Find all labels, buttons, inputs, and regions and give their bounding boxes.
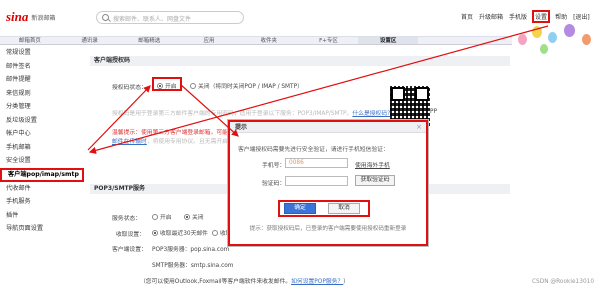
upgrade-link[interactable]: 升级邮箱 bbox=[479, 12, 503, 21]
auth-status-label: 授权码状态： bbox=[112, 85, 147, 91]
home-link[interactable]: 首页 bbox=[461, 12, 473, 21]
search-icon bbox=[102, 14, 109, 21]
pop-off-option[interactable]: 关闭 bbox=[184, 212, 204, 221]
auth-off-radio[interactable] bbox=[190, 83, 196, 89]
sidebar-item-rules[interactable]: 来信规则 bbox=[0, 87, 84, 101]
sidebar-item-phone-service[interactable]: 手机服务 bbox=[0, 195, 84, 209]
auth-on-radio[interactable] bbox=[157, 83, 163, 89]
sina-logo[interactable]: sina 新浪邮箱 bbox=[6, 9, 55, 25]
sidebar-item-plugins[interactable]: 插件 bbox=[0, 209, 84, 223]
auth-off-label: 关闭（将同时关闭POP / IMAP / SMTP） bbox=[198, 84, 303, 90]
pop-hint-end: ） bbox=[343, 279, 350, 285]
pop-hint-text: （您可以使用Outlook,Foxmail等客户端软件来收发邮件。 bbox=[140, 279, 292, 285]
dialog-title-text: 提示 bbox=[235, 124, 248, 131]
pop-off-radio[interactable] bbox=[184, 214, 190, 220]
pop-server: POP3服务器：pop.sina.com bbox=[152, 247, 230, 253]
phone-input[interactable]: 0086 bbox=[285, 158, 348, 168]
tab-settings[interactable]: 设置区 bbox=[358, 37, 419, 44]
sidebar-item-reminder[interactable]: 邮件提醒 bbox=[0, 73, 84, 87]
dialog-title: 提示 × bbox=[230, 122, 426, 133]
auth-on-option[interactable]: 开启 bbox=[157, 81, 177, 90]
auth-on-label: 开启 bbox=[165, 84, 177, 90]
receive-30-label: 收取最近30天邮件 bbox=[160, 231, 208, 237]
receive-label: 收取设置： bbox=[116, 232, 145, 238]
smtp-server: SMTP服务器：smtp.sina.com bbox=[152, 263, 234, 269]
sidebar-item-account[interactable]: 帐户中心 bbox=[0, 127, 84, 141]
top-bar: sina 新浪邮箱 搜索邮件、联系人、网盘文件 首页 升级邮箱 手机版 设置 帮… bbox=[0, 0, 600, 54]
receive-all-radio[interactable] bbox=[212, 230, 218, 236]
help-link[interactable]: 帮助 bbox=[555, 12, 567, 21]
pop-off-label: 关闭 bbox=[192, 215, 204, 221]
auth-desc: 授权码是用于登录第三方邮件客户端的专用密码，适用于登录以下服务：POP3/IMA… bbox=[112, 108, 422, 117]
watermark: CSDN @Rookie13010 bbox=[532, 279, 595, 285]
pop-on-radio[interactable] bbox=[152, 214, 158, 220]
main-nav-tabs: 邮箱首页 通讯录 邮箱精选 应用 收件夹 F+专区 设置区 bbox=[0, 36, 419, 45]
logo-text: 新浪邮箱 bbox=[31, 14, 56, 22]
code-input[interactable] bbox=[285, 176, 348, 186]
logo-mark: sina bbox=[6, 9, 29, 24]
dialog-tip: 提示：获取授权码后，已登录的客户端需要使用授权码重新登录 bbox=[249, 226, 407, 232]
verify-dialog: 提示 × 客户端授权码需要先进行安全验证，请进行手机短信验证： 手机号： 008… bbox=[228, 120, 428, 246]
client-auth-section-title: 客户端授权码 bbox=[90, 56, 510, 66]
overseas-phone-link[interactable]: 使用海外手机 bbox=[355, 160, 390, 169]
receive-30-radio[interactable] bbox=[152, 230, 158, 236]
sidebar-item-antispam[interactable]: 反垃圾设置 bbox=[0, 114, 84, 128]
sidebar-item-signature[interactable]: 邮件签名 bbox=[0, 60, 84, 74]
auth-off-option[interactable]: 关闭（将同时关闭POP / IMAP / SMTP） bbox=[190, 81, 303, 90]
code-label: 验证码： bbox=[262, 181, 286, 187]
sidebar-item-client-pop[interactable]: 客户端pop/imap/smtp bbox=[0, 167, 84, 182]
tab-inbox-home[interactable]: 邮箱首页 bbox=[0, 37, 60, 44]
balloon-decoration bbox=[512, 22, 600, 72]
tab-received[interactable]: 收件夹 bbox=[239, 37, 299, 44]
top-links: 首页 升级邮箱 手机版 设置 帮助 [退出] bbox=[461, 10, 590, 23]
phone-label: 手机号： bbox=[262, 163, 286, 169]
receive-30-option[interactable]: 收取最近30天邮件 bbox=[152, 228, 208, 237]
sidebar-item-fetch-mail[interactable]: 代收邮件 bbox=[0, 182, 84, 196]
pop-help-link[interactable]: 如何设置POP服务？ bbox=[291, 279, 343, 285]
tab-featured[interactable]: 邮箱精选 bbox=[119, 37, 179, 44]
pop-on-option[interactable]: 开启 bbox=[152, 212, 172, 221]
auth-warn-link[interactable]: 邮件在传输时 bbox=[112, 139, 147, 145]
pop-on-label: 开启 bbox=[160, 215, 172, 221]
client-settings-label: 客户端设置： bbox=[112, 247, 147, 253]
sidebar-item-mobile-mail[interactable]: 手机邮箱 bbox=[0, 141, 84, 155]
search-placeholder: 搜索邮件、联系人、网盘文件 bbox=[113, 16, 192, 23]
sidebar-item-nav-page[interactable]: 导航页面设置 bbox=[0, 222, 84, 236]
nav-filler bbox=[418, 36, 512, 45]
sidebar-item-general[interactable]: 常规设置 bbox=[0, 46, 84, 60]
get-code-button[interactable]: 获取验证码 bbox=[355, 175, 395, 186]
pop-status-label: 服务状态： bbox=[112, 216, 141, 222]
confirm-button[interactable]: 确定 bbox=[284, 203, 316, 214]
settings-sidebar: 常规设置 邮件签名 邮件提醒 来信规则 分类管理 反垃圾设置 帐户中心 手机邮箱… bbox=[0, 46, 84, 292]
search-input[interactable]: 搜索邮件、联系人、网盘文件 bbox=[96, 11, 244, 24]
sidebar-item-categories[interactable]: 分类管理 bbox=[0, 100, 84, 114]
tab-apps[interactable]: 应用 bbox=[179, 37, 239, 44]
sidebar-item-security[interactable]: 安全设置 bbox=[0, 154, 84, 168]
tab-contacts[interactable]: 通讯录 bbox=[60, 37, 120, 44]
mobile-link[interactable]: 手机版 bbox=[509, 12, 527, 21]
auth-desc-text: 授权码是用于登录第三方邮件客户端的专用密码，适用于登录以下服务：POP3/IMA… bbox=[112, 111, 353, 117]
logout-link[interactable]: [退出] bbox=[573, 12, 590, 21]
dialog-desc: 客户端授权码需要先进行安全验证，请进行手机短信验证： bbox=[238, 147, 389, 153]
tab-fplus[interactable]: F+专区 bbox=[299, 37, 359, 44]
cancel-button[interactable]: 取消 bbox=[328, 203, 360, 214]
pop-hint: （您可以使用Outlook,Foxmail等客户端软件来收发邮件。如何设置POP… bbox=[140, 276, 349, 285]
close-icon[interactable]: × bbox=[416, 122, 422, 133]
